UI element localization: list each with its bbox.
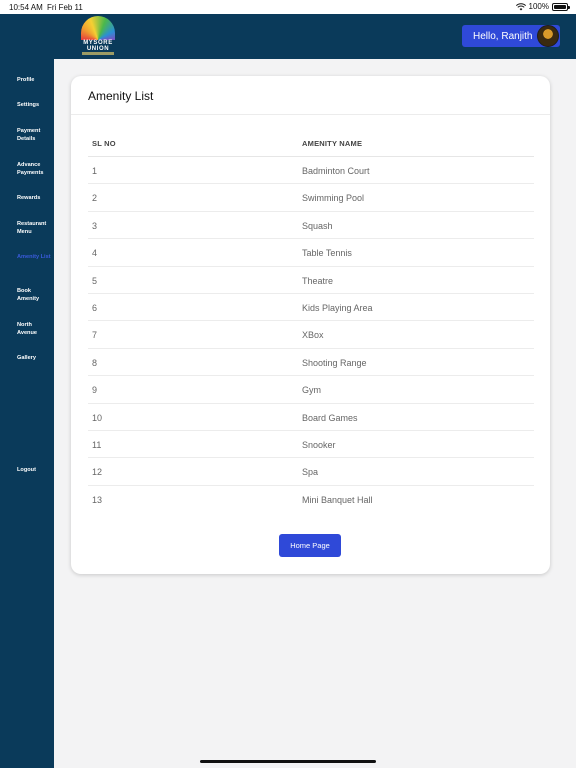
cell-sl-no: 7: [92, 330, 98, 341]
battery-percent: 100%: [528, 2, 549, 11]
table-row: 4 Table Tennis: [88, 239, 534, 267]
cell-amenity-name: Spa: [302, 467, 319, 478]
table-row: 13 Mini Banquet Hall: [88, 486, 534, 513]
logo-tagline: [82, 52, 114, 55]
table-row: 5 Theatre: [88, 267, 534, 294]
amenity-list-card: Amenity List SL NO AMENITY NAME 1 Badmint…: [71, 76, 550, 574]
home-indicator[interactable]: [200, 760, 376, 763]
cell-sl-no: 8: [92, 357, 98, 368]
sidebar-item-rewards[interactable]: Rewards: [17, 194, 53, 202]
table-row: 9 Gym: [88, 376, 534, 404]
table-row: 7 XBox: [88, 321, 534, 349]
column-header-sl-no: SL NO: [92, 139, 116, 148]
home-page-button[interactable]: Home Page: [279, 534, 341, 557]
cell-sl-no: 12: [92, 467, 103, 478]
table-row: 2 Swimming Pool: [88, 184, 534, 212]
table-row: 1 Badminton Court: [88, 157, 534, 185]
cell-amenity-name: Squash: [302, 220, 333, 231]
table-row: 3 Squash: [88, 212, 534, 240]
status-date: Fri Feb 11: [47, 3, 83, 12]
cell-amenity-name: Board Games: [302, 412, 358, 423]
battery-icon: [552, 2, 570, 11]
cell-amenity-name: Swimming Pool: [302, 193, 365, 204]
cell-sl-no: 10: [92, 412, 103, 423]
cell-amenity-name: XBox: [302, 330, 324, 341]
cell-amenity-name: Badminton Court: [302, 166, 370, 176]
sidebar-item-north-avenue[interactable]: North Avenue: [17, 321, 53, 337]
sidebar-item-settings[interactable]: Settings: [17, 101, 53, 109]
sidebar-item-payment-details[interactable]: Payment Details: [17, 127, 53, 143]
cell-amenity-name: Gym: [302, 385, 321, 396]
cell-amenity-name: Snooker: [302, 439, 336, 450]
column-header-amenity-name: AMENITY NAME: [302, 139, 363, 148]
status-right: 100%: [515, 2, 570, 11]
table-row: 12 Spa: [88, 458, 534, 486]
cell-sl-no: 5: [92, 275, 98, 286]
sidebar-item-restaurant-menu[interactable]: Restaurant Menu: [17, 220, 53, 236]
avatar[interactable]: [537, 25, 559, 47]
cell-sl-no: 3: [92, 220, 98, 231]
table-row: 6 Kids Playing Area: [88, 294, 534, 322]
cell-amenity-name: Shooting Range: [302, 357, 367, 368]
logo-arc: [81, 16, 115, 40]
sidebar-item-gallery[interactable]: Gallery: [17, 354, 53, 362]
sidebar-item-amenity-list[interactable]: Amenity List: [17, 253, 53, 261]
title-divider: [71, 114, 550, 115]
cell-sl-no: 4: [92, 248, 98, 259]
status-time: 10:54 AM: [9, 3, 43, 12]
table-row: 11 Snooker: [88, 431, 534, 459]
table-row: 8 Shooting Range: [88, 349, 534, 377]
cell-amenity-name: Mini Banquet Hall: [302, 494, 373, 505]
cell-sl-no: 9: [92, 385, 98, 396]
sidebar-item-profile[interactable]: Profile: [17, 76, 53, 84]
cell-sl-no: 2: [92, 193, 98, 204]
cell-sl-no: 1: [92, 166, 98, 176]
sidebar-item-advance-payments[interactable]: Advance Payments: [17, 161, 53, 177]
logo-text: MYSORE UNION: [83, 40, 113, 52]
cell-sl-no: 6: [92, 302, 98, 313]
greeting-label: Hello, Ranjith: [473, 30, 533, 42]
status-bar: 10:54 AM Fri Feb 11 100%: [0, 0, 576, 14]
mysore-union-logo[interactable]: MYSORE UNION: [78, 16, 118, 56]
cell-amenity-name: Table Tennis: [302, 248, 352, 259]
cell-sl-no: 11: [92, 439, 102, 450]
wifi-icon: [515, 2, 526, 10]
table-row: 10 Board Games: [88, 404, 534, 431]
sidebar-item-book-amenity[interactable]: Book Amenity: [17, 287, 53, 303]
cell-amenity-name: Theatre: [302, 275, 334, 286]
cell-sl-no: 13: [92, 494, 103, 505]
page-title: Amenity List: [88, 89, 154, 103]
cell-amenity-name: Kids Playing Area: [302, 302, 373, 313]
amenity-table: 1 Badminton Court 2 Swimming Pool 3 Squash …: [88, 157, 534, 513]
sidebar-item-logout[interactable]: Logout: [17, 466, 53, 474]
